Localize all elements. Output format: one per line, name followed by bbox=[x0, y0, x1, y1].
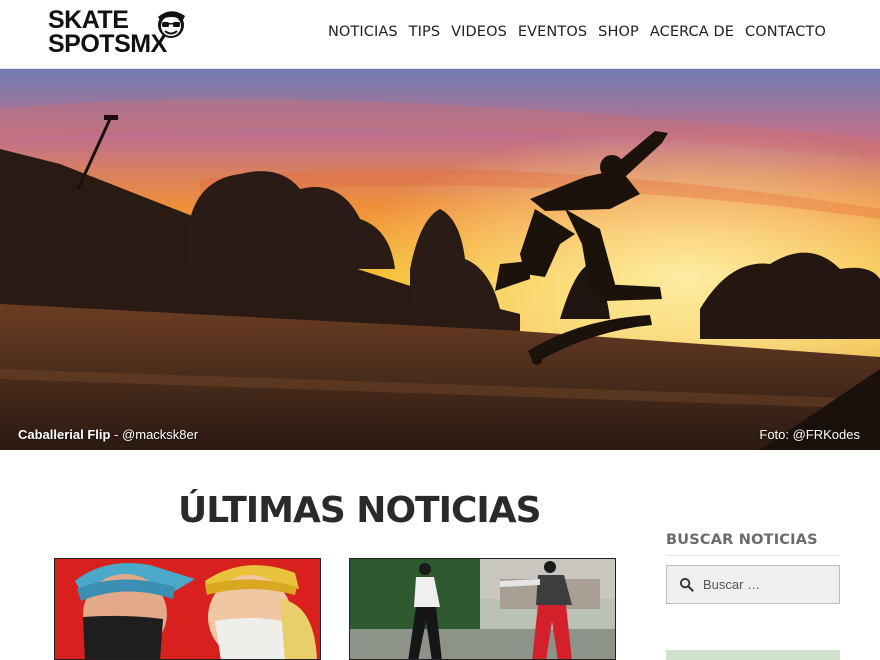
search-news-title: BUSCAR NOTICIAS bbox=[666, 532, 818, 548]
sidebar-widget bbox=[666, 650, 840, 660]
search-box bbox=[666, 565, 840, 604]
hero-photo bbox=[0, 69, 880, 450]
nav-item-noticias[interactable]: NOTICIAS bbox=[328, 24, 398, 40]
search-icon[interactable] bbox=[679, 577, 694, 592]
nav-item-videos[interactable]: VIDEOS bbox=[451, 24, 507, 40]
caption-trick: Caballerial Flip bbox=[18, 427, 111, 442]
logo-wordmark: SKATE SPOTSMX bbox=[48, 6, 167, 58]
nav-item-tips[interactable]: TIPS bbox=[409, 24, 440, 40]
caption-separator: - bbox=[110, 427, 123, 442]
photo-credit: Foto: @FRKodes bbox=[759, 427, 860, 442]
nav-item-contacto[interactable]: CONTACTO bbox=[745, 24, 826, 40]
main-nav: NOTICIAS TIPS VIDEOS EVENTOS SHOP ACERCA… bbox=[317, 24, 826, 40]
search-input[interactable] bbox=[703, 577, 833, 592]
skull-mascot-icon bbox=[158, 11, 185, 38]
nav-item-eventos[interactable]: EVENTOS bbox=[518, 24, 587, 40]
nav-item-acerca-de[interactable]: ACERCA DE bbox=[650, 24, 734, 40]
news-card[interactable] bbox=[54, 558, 321, 660]
caption-author[interactable]: @macksk8er bbox=[122, 427, 198, 442]
hero-caption: Caballerial Flip - @macksk8er bbox=[18, 427, 198, 442]
latest-news-title: ÚLTIMAS NOTICIAS bbox=[178, 490, 542, 531]
site-header: SKATE SPOTSMX NOTICIAS TIPS VIDEOS EVENT… bbox=[0, 0, 880, 69]
logo-line-2: SPOTSMX bbox=[48, 30, 167, 58]
site-logo[interactable]: SKATE SPOTSMX bbox=[48, 8, 188, 62]
news-card-image bbox=[55, 559, 320, 659]
nav-item-shop[interactable]: SHOP bbox=[598, 24, 639, 40]
sidebar-divider bbox=[666, 555, 840, 556]
hero-banner: Caballerial Flip - @macksk8er Foto: @FRK… bbox=[0, 69, 880, 450]
news-card[interactable] bbox=[349, 558, 616, 660]
logo-line-1: SKATE bbox=[48, 6, 129, 34]
news-card-image bbox=[350, 559, 615, 659]
